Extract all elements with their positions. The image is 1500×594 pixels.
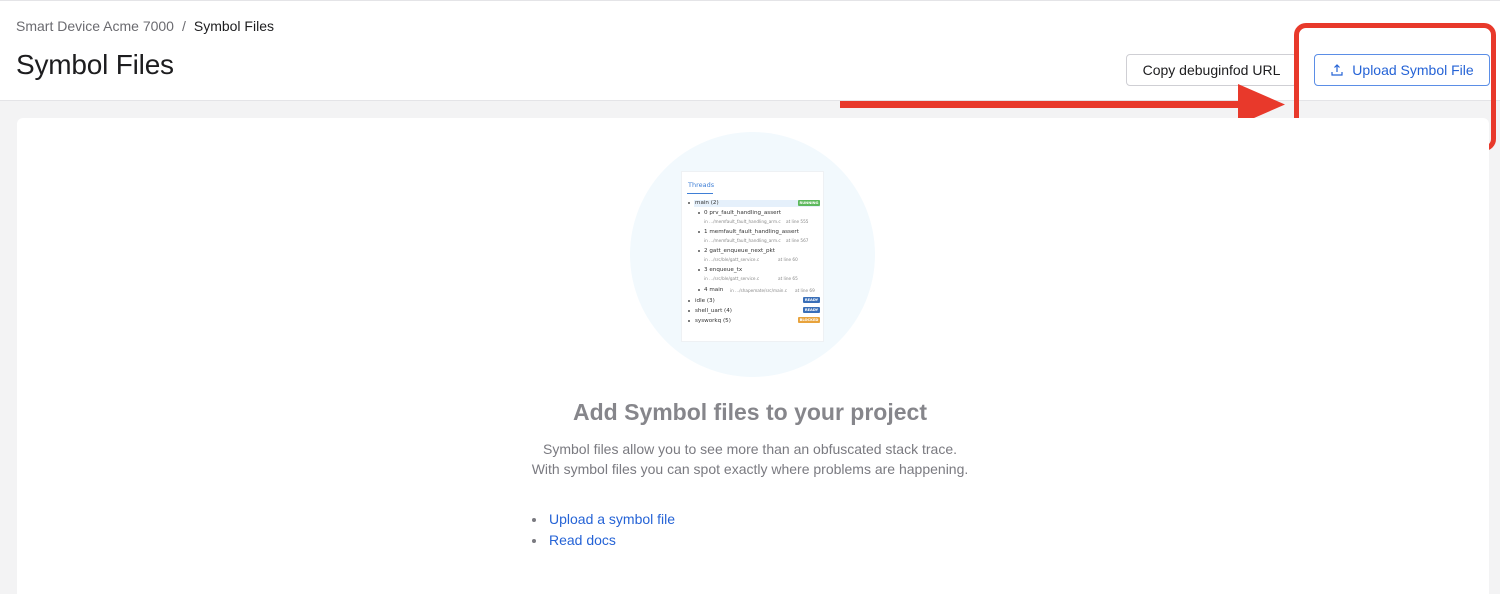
frame-4-line: at line 69 [795,288,815,293]
page-header: Smart Device Acme 7000 / Symbol Files Sy… [0,0,1500,101]
frame-0-line: at line 555 [786,219,809,224]
read-docs-link[interactable]: Read docs [549,532,616,548]
frame-2-path: in .../src/ble/gatt_service.c [704,257,760,262]
empty-state-title: Add Symbol files to your project [573,399,927,425]
thread-sysworkq: sysworkq (5) [695,318,731,324]
bullet [688,202,690,204]
frame-2-line: at line 60 [778,257,798,262]
breadcrumb-separator: / [181,18,186,34]
breadcrumb-project-link[interactable]: Smart Device Acme 7000 [16,18,174,34]
frame-1: 1 memfault_fault_handling_assert [704,229,799,235]
thread-shell-uart: shell_uart (4) [695,308,732,314]
list-item: Read docs [530,530,675,551]
frame-0-path: in .../memfault_fault_handling_arm.c [704,219,781,224]
list-item: Upload a symbol file [530,509,675,530]
bullet [698,231,700,233]
frame-4-path: in .../shapemate/src/main.c [730,288,788,293]
empty-state-description-line-1: Symbol files allow you to see more than … [543,441,957,457]
bullet [698,269,700,271]
status-badge: READY [803,307,820,313]
upload-symbol-file-label: Upload Symbol File [1352,62,1474,78]
page-title: Symbol Files [16,49,174,80]
frame-0: 0 prv_fault_handling_assert [704,210,782,216]
bullet [698,250,700,252]
bullet [688,310,690,312]
thread-idle: idle (3) [695,298,715,304]
breadcrumb-current: Symbol Files [193,18,274,34]
empty-state-description-line-2: With symbol files you can spot exactly w… [531,461,969,477]
status-badge: RUNNING [798,200,820,206]
frame-3-path: in .../src/ble/gatt_service.c [704,276,760,281]
bullet [698,289,700,291]
frame-1-path: in .../memfault_fault_handling_arm.c [704,238,781,243]
status-badge: READY [803,297,820,303]
threads-tab: Threads [688,181,715,189]
frame-3-line: at line 65 [778,276,798,281]
bullet [688,320,690,322]
thread-main: main (2) [695,200,719,206]
frame-4: 4 main [704,287,724,293]
upload-symbol-file-button[interactable]: Upload Symbol File [1314,54,1490,86]
bullet [688,300,690,302]
threads-illustration: Threads main (2) RUNNING 0 prv_fault_han… [681,171,824,342]
threads-tab-underline [687,193,713,194]
frame-1-line: at line 567 [786,238,809,243]
upload-symbol-file-link[interactable]: Upload a symbol file [549,511,675,527]
upload-icon [1331,64,1343,76]
frame-2: 2 gatt_enqueue_next_pkt [704,248,775,254]
bullet [698,212,700,214]
frame-3: 3 enqueue_tx [704,267,743,273]
status-badge: BLOCKED [798,317,820,323]
copy-debuginfod-url-button[interactable]: Copy debuginfod URL [1126,54,1297,86]
empty-state-links: Upload a symbol file Read docs [530,509,675,551]
breadcrumb: Smart Device Acme 7000 / Symbol Files [16,18,274,34]
